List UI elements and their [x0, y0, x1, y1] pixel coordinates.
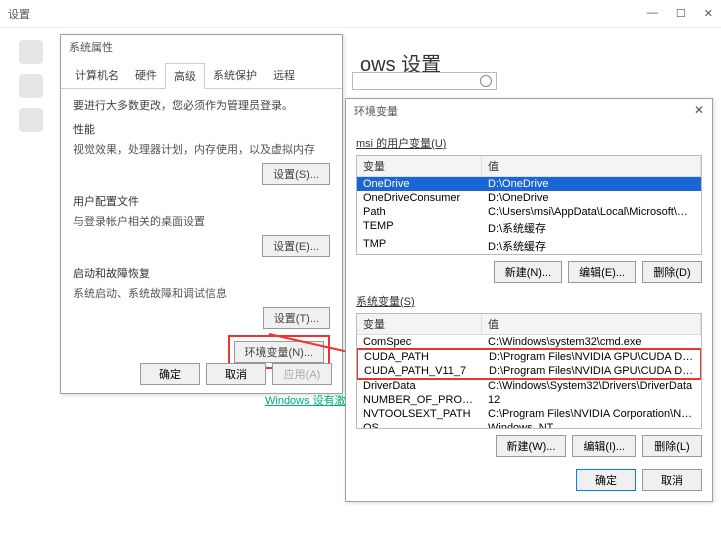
- sidebar-icon[interactable]: [19, 40, 43, 64]
- sys-tab[interactable]: 硬件: [127, 63, 165, 88]
- table-row[interactable]: ComSpecC:\Windows\system32\cmd.exe: [357, 335, 701, 349]
- close-button[interactable]: ✕: [704, 7, 713, 20]
- startup-desc: 系统启动、系统故障和调试信息: [73, 285, 330, 301]
- var-name: NUMBER_OF_PROCESSORS: [357, 394, 482, 406]
- var-name: TMP: [357, 238, 482, 254]
- env-variables-dialog: 环境变量 ✕ msi 的用户变量(U) 变量 值 OneDriveD:\OneD…: [345, 98, 713, 502]
- sys-apply-button[interactable]: 应用(A): [272, 363, 332, 385]
- col-val: 值: [482, 156, 701, 176]
- perf-title: 性能: [73, 121, 330, 137]
- startup-settings-button[interactable]: 设置(T)...: [263, 307, 330, 329]
- col-var: 变量: [357, 314, 482, 334]
- var-name: DriverData: [357, 380, 482, 392]
- table-row[interactable]: DriverDataC:\Windows\System32\Drivers\Dr…: [357, 379, 701, 393]
- profile-title: 用户配置文件: [73, 193, 330, 209]
- sidebar-icon[interactable]: [19, 74, 43, 98]
- sys-tabs: 计算机名硬件高级系统保护远程: [61, 63, 342, 89]
- var-value: D:\OneDrive: [482, 178, 701, 190]
- var-value: D:\Program Files\NVIDIA GPU\CUDA Develop…: [483, 365, 700, 377]
- env-variables-button[interactable]: 环境变量(N)...: [234, 341, 324, 363]
- table-row[interactable]: TMPD:\系统缓存: [357, 237, 701, 255]
- sidebar: [8, 30, 54, 142]
- env-dialog-title: 环境变量: [346, 99, 712, 123]
- table-row[interactable]: NVTOOLSEXT_PATHC:\Program Files\NVIDIA C…: [357, 407, 701, 421]
- var-value: C:\Windows\System32\Drivers\DriverData: [482, 380, 701, 392]
- sys-tab[interactable]: 远程: [265, 63, 303, 88]
- table-row[interactable]: OneDriveConsumerD:\OneDrive: [357, 191, 701, 205]
- var-value: D:\Program Files\NVIDIA GPU\CUDA Develop…: [483, 351, 700, 363]
- table-row[interactable]: OSWindows_NT: [357, 421, 701, 429]
- table-row[interactable]: PathC:\Users\msi\AppData\Local\Microsoft…: [357, 205, 701, 219]
- window-controls: — ☐ ✕: [647, 7, 713, 20]
- sys-tab[interactable]: 高级: [165, 63, 205, 89]
- admin-notice: 要进行大多数更改，您必须作为管理员登录。: [73, 97, 330, 113]
- table-row[interactable]: OneDriveD:\OneDrive: [357, 177, 701, 191]
- var-name: NVTOOLSEXT_PATH: [357, 408, 482, 420]
- env-close-icon[interactable]: ✕: [694, 103, 704, 117]
- sys-tab-body: 要进行大多数更改，您必须作为管理员登录。 性能 视觉效果，处理器计划，内存使用，…: [61, 89, 342, 383]
- sys-cancel-button[interactable]: 取消: [206, 363, 266, 385]
- var-name: CUDA_PATH: [358, 351, 483, 363]
- user-delete-button[interactable]: 删除(D): [642, 261, 702, 283]
- env-ok-button[interactable]: 确定: [576, 469, 636, 491]
- main-title: 设置: [8, 6, 647, 22]
- profile-desc: 与登录帐户相关的桌面设置: [73, 213, 330, 229]
- user-new-button[interactable]: 新建(N)...: [494, 261, 562, 283]
- sidebar-icon[interactable]: [19, 108, 43, 132]
- var-value: Windows_NT: [482, 422, 701, 429]
- sys-delete-button[interactable]: 删除(L): [642, 435, 702, 457]
- sys-ok-button[interactable]: 确定: [140, 363, 200, 385]
- var-name: OneDriveConsumer: [357, 192, 482, 204]
- col-val: 值: [482, 314, 701, 334]
- cuda-highlight-box: CUDA_PATHD:\Program Files\NVIDIA GPU\CUD…: [356, 348, 702, 380]
- perf-settings-button[interactable]: 设置(S)...: [262, 163, 330, 185]
- sys-vars-label: 系统变量(S): [356, 293, 702, 309]
- var-value: C:\Windows\system32\cmd.exe: [482, 336, 701, 348]
- user-edit-button[interactable]: 编辑(E)...: [568, 261, 636, 283]
- var-name: TEMP: [357, 220, 482, 236]
- sys-edit-button[interactable]: 编辑(I)...: [572, 435, 636, 457]
- var-value: D:\OneDrive: [482, 192, 701, 204]
- var-value: D:\系统缓存: [482, 220, 701, 236]
- perf-desc: 视觉效果，处理器计划，内存使用，以及虚拟内存: [73, 141, 330, 157]
- col-var: 变量: [357, 156, 482, 176]
- env-cancel-button[interactable]: 取消: [642, 469, 702, 491]
- sys-tab[interactable]: 计算机名: [67, 63, 127, 88]
- var-name: OneDrive: [357, 178, 482, 190]
- sys-vars-table[interactable]: 变量 值 ComSpecC:\Windows\system32\cmd.exeC…: [356, 313, 702, 429]
- user-vars-label: msi 的用户变量(U): [356, 135, 702, 151]
- minimize-button[interactable]: —: [647, 7, 658, 20]
- table-row[interactable]: CUDA_PATHD:\Program Files\NVIDIA GPU\CUD…: [358, 350, 700, 364]
- startup-title: 启动和故障恢复: [73, 265, 330, 281]
- main-titlebar: 设置 — ☐ ✕: [0, 0, 721, 28]
- profile-settings-button[interactable]: 设置(E)...: [262, 235, 330, 257]
- var-name: Path: [357, 206, 482, 218]
- table-row[interactable]: TEMPD:\系统缓存: [357, 219, 701, 237]
- search-input[interactable]: [352, 72, 497, 90]
- var-value: C:\Users\msi\AppData\Local\Microsoft\Win…: [482, 206, 701, 218]
- var-value: C:\Program Files\NVIDIA Corporation\NvTo…: [482, 408, 701, 420]
- sys-dialog-title: 系统属性: [61, 35, 342, 59]
- maximize-button[interactable]: ☐: [676, 7, 686, 20]
- table-row[interactable]: NUMBER_OF_PROCESSORS12: [357, 393, 701, 407]
- var-value: D:\系统缓存: [482, 238, 701, 254]
- var-name: ComSpec: [357, 336, 482, 348]
- sys-dialog-footer: 确定 取消 应用(A): [140, 363, 332, 385]
- var-value: 12: [482, 394, 701, 406]
- user-vars-table[interactable]: 变量 值 OneDriveD:\OneDriveOneDriveConsumer…: [356, 155, 702, 255]
- system-properties-dialog: 系统属性 计算机名硬件高级系统保护远程 要进行大多数更改，您必须作为管理员登录。…: [60, 34, 343, 394]
- table-row[interactable]: CUDA_PATH_V11_7D:\Program Files\NVIDIA G…: [358, 364, 700, 378]
- var-name: CUDA_PATH_V11_7: [358, 365, 483, 377]
- sys-new-button[interactable]: 新建(W)...: [496, 435, 567, 457]
- sys-tab[interactable]: 系统保护: [205, 63, 265, 88]
- var-name: OS: [357, 422, 482, 429]
